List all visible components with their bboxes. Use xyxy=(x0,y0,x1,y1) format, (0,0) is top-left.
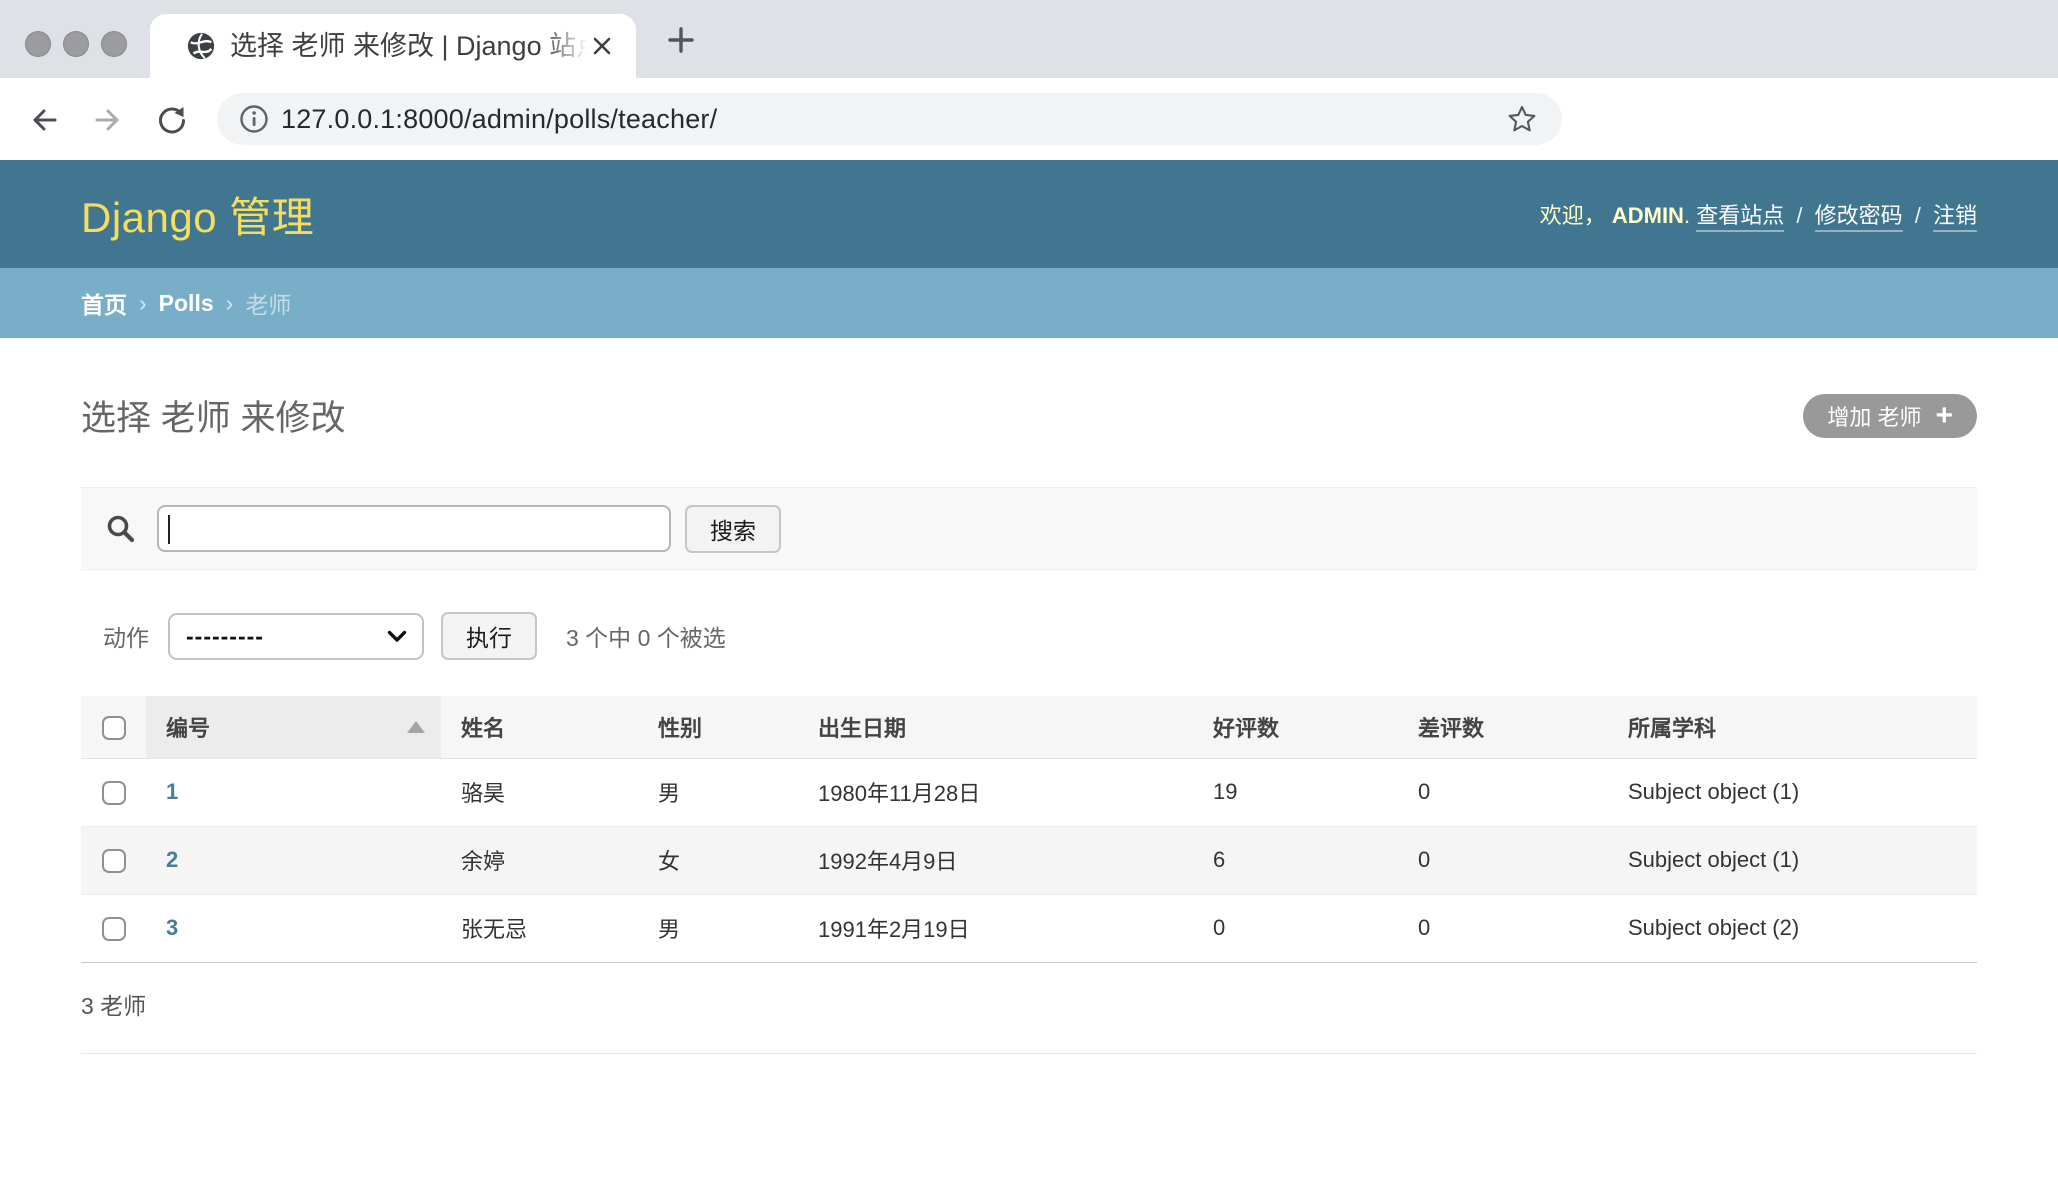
column-header-good[interactable]: 好评数 xyxy=(1193,696,1398,758)
breadcrumb-app-link[interactable]: Polls xyxy=(159,290,214,317)
page-title: 选择 老师 来修改 xyxy=(81,390,345,441)
forward-button[interactable] xyxy=(92,104,124,136)
row-checkbox[interactable] xyxy=(102,781,126,805)
window-zoom-button[interactable] xyxy=(101,31,127,57)
table-row: 1 骆昊 男 1980年11月28日 19 0 Subject object (… xyxy=(81,758,1977,826)
row-checkbox[interactable] xyxy=(102,917,126,941)
cell-bad: 0 xyxy=(1398,758,1608,826)
cell-name: 骆昊 xyxy=(441,758,638,826)
cell-subject: Subject object (2) xyxy=(1608,894,1977,962)
url-text: 127.0.0.1:8000/admin/polls/teacher/ xyxy=(281,93,717,145)
row-id-link[interactable]: 2 xyxy=(166,847,178,872)
action-select[interactable]: --------- xyxy=(168,613,424,660)
browser-toolbar: 127.0.0.1:8000/admin/polls/teacher/ Se {… xyxy=(0,78,2058,160)
cell-subject: Subject object (1) xyxy=(1608,826,1977,894)
browser-tab[interactable]: 选择 老师 来修改 | Django 站点管理员 xyxy=(150,14,636,78)
action-label: 动作 xyxy=(103,619,149,653)
cell-good: 6 xyxy=(1193,826,1398,894)
change-password-link[interactable]: 修改密码 xyxy=(1815,203,1903,232)
browser-tab-strip: 选择 老师 来修改 | Django 站点管理员 xyxy=(0,0,2058,78)
cell-subject: Subject object (1) xyxy=(1608,758,1977,826)
breadcrumb-home-link[interactable]: 首页 xyxy=(81,286,127,320)
sort-ascending-icon[interactable] xyxy=(407,721,425,733)
new-tab-button[interactable] xyxy=(666,25,696,55)
cell-bad: 0 xyxy=(1398,826,1608,894)
column-header-gender[interactable]: 性别 xyxy=(638,696,798,758)
tab-title: 选择 老师 来修改 | Django 站点管理员 xyxy=(230,14,588,78)
window-close-button[interactable] xyxy=(25,31,51,57)
column-header-id[interactable]: 编号 xyxy=(146,696,441,758)
user-tools: 欢迎， ADMIN. 查看站点 / 修改密码 / 注销 xyxy=(1540,198,1977,230)
window-minimize-button[interactable] xyxy=(63,31,89,57)
site-brand-link[interactable]: Django 管理 xyxy=(81,184,314,245)
row-id-link[interactable]: 1 xyxy=(166,779,178,804)
search-button[interactable]: 搜索 xyxy=(685,505,781,553)
cell-birthday: 1980年11月28日 xyxy=(798,758,1193,826)
view-site-link[interactable]: 查看站点 xyxy=(1696,203,1784,232)
reload-button[interactable] xyxy=(156,104,188,136)
action-go-button[interactable]: 执行 xyxy=(441,612,537,660)
text-caret xyxy=(168,515,170,544)
breadcrumb: 首页 › Polls › 老师 xyxy=(0,268,2058,338)
chevron-down-icon xyxy=(387,630,407,643)
column-header-bad[interactable]: 差评数 xyxy=(1398,696,1608,758)
cell-good: 19 xyxy=(1193,758,1398,826)
cell-bad: 0 xyxy=(1398,894,1608,962)
column-header-subject[interactable]: 所属学科 xyxy=(1608,696,1977,758)
tab-close-icon[interactable] xyxy=(590,34,614,58)
breadcrumb-current: 老师 xyxy=(245,286,291,320)
cell-name: 张无忌 xyxy=(441,894,638,962)
bookmark-star-icon[interactable] xyxy=(1506,103,1538,135)
site-info-icon[interactable] xyxy=(239,104,269,134)
plus-icon: + xyxy=(1935,401,1953,431)
cell-gender: 女 xyxy=(638,826,798,894)
admin-header: Django 管理 欢迎， ADMIN. 查看站点 / 修改密码 / 注销 xyxy=(0,160,2058,268)
username-text: ADMIN xyxy=(1612,203,1684,228)
table-header-row: 编号 姓名 性别 出生日期 好评数 差评数 所属学科 xyxy=(81,696,1977,758)
cell-gender: 男 xyxy=(638,758,798,826)
table-row: 2 余婷 女 1992年4月9日 6 0 Subject object (1) xyxy=(81,826,1977,894)
add-teacher-button[interactable]: 增加 老师 + xyxy=(1803,394,1977,438)
globe-favicon-icon xyxy=(186,31,216,61)
welcome-text: 欢迎， xyxy=(1540,203,1606,228)
actions-bar: 动作 --------- 执行 3 个中 0 个被选 xyxy=(81,612,1977,660)
logout-link[interactable]: 注销 xyxy=(1933,203,1977,232)
select-all-checkbox[interactable] xyxy=(102,716,126,740)
cell-gender: 男 xyxy=(638,894,798,962)
column-header-name[interactable]: 姓名 xyxy=(441,696,638,758)
main-content: 选择 老师 来修改 增加 老师 + 搜索 动作 --------- 执行 3 个… xyxy=(0,338,2058,1186)
cell-name: 余婷 xyxy=(441,826,638,894)
table-row: 3 张无忌 男 1991年2月19日 0 0 Subject object (2… xyxy=(81,894,1977,962)
cell-birthday: 1992年4月9日 xyxy=(798,826,1193,894)
cell-good: 0 xyxy=(1193,894,1398,962)
address-bar[interactable]: 127.0.0.1:8000/admin/polls/teacher/ xyxy=(217,93,1562,145)
row-checkbox[interactable] xyxy=(102,849,126,873)
paginator: 3 老师 xyxy=(81,963,1977,1054)
cell-birthday: 1991年2月19日 xyxy=(798,894,1193,962)
search-input[interactable] xyxy=(157,505,671,552)
back-button[interactable] xyxy=(28,104,60,136)
results-table: 编号 姓名 性别 出生日期 好评数 差评数 所属学科 1 骆昊 男 1980年1… xyxy=(81,696,1977,963)
row-id-link[interactable]: 3 xyxy=(166,915,178,940)
action-counter: 3 个中 0 个被选 xyxy=(566,619,726,653)
column-header-birthday[interactable]: 出生日期 xyxy=(798,696,1193,758)
search-toolbar: 搜索 xyxy=(81,487,1977,570)
search-icon xyxy=(104,512,138,546)
